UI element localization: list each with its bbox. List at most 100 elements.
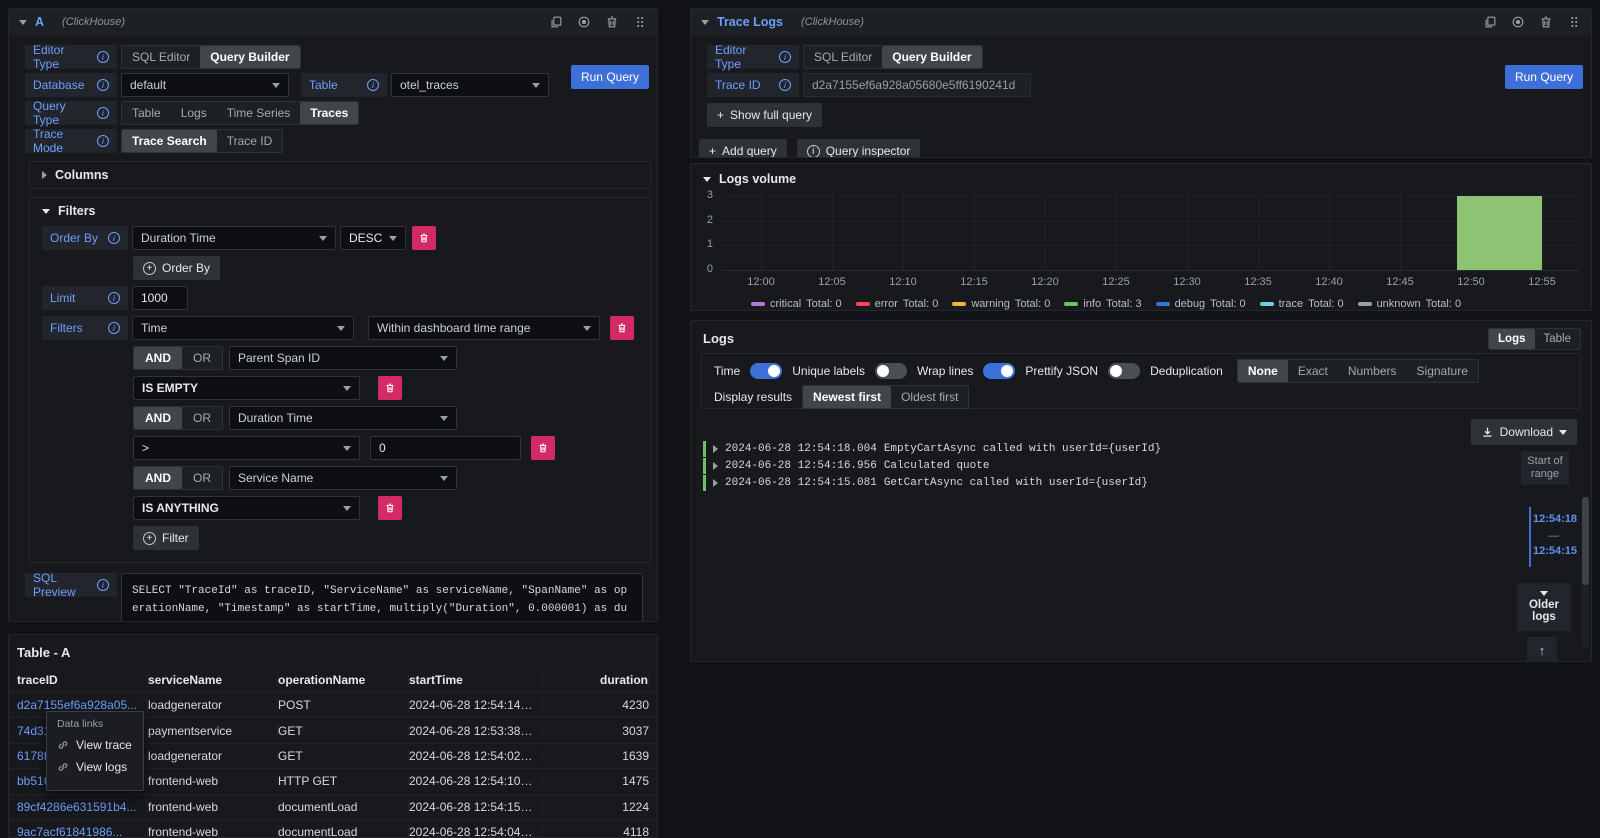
filters-section-header[interactable]: Filters xyxy=(30,198,650,224)
filter-field-select[interactable]: Parent Span ID xyxy=(229,346,457,370)
newest-first-option[interactable]: Newest first xyxy=(803,386,891,408)
column-header-servicename[interactable]: serviceName xyxy=(148,673,278,687)
filter-value-input[interactable] xyxy=(370,436,521,460)
or-option[interactable]: OR xyxy=(182,407,222,429)
eye-icon[interactable] xyxy=(1511,15,1525,29)
dedup-signature[interactable]: Signature xyxy=(1407,360,1478,382)
info-icon[interactable]: i xyxy=(108,322,120,334)
time-toggle[interactable] xyxy=(750,363,782,379)
logs-scrollbar[interactable] xyxy=(1582,497,1589,647)
filter-time-operator-select[interactable]: Within dashboard time range xyxy=(368,316,600,340)
view-logs-link[interactable]: View logs xyxy=(57,760,133,774)
info-icon[interactable]: i xyxy=(108,232,120,244)
query-type-traces[interactable]: Traces xyxy=(300,102,358,124)
dedup-exact[interactable]: Exact xyxy=(1288,360,1338,382)
older-logs-button[interactable]: Older logs xyxy=(1517,583,1571,631)
trace-id-link[interactable]: 89cf4286e631591b4... xyxy=(17,800,148,814)
add-filter-button[interactable]: +Filter xyxy=(133,526,199,550)
column-header-operationname[interactable]: operationName xyxy=(278,673,409,687)
dedup-none[interactable]: None xyxy=(1238,360,1288,382)
drag-handle-icon[interactable] xyxy=(633,15,647,29)
info-icon[interactable]: i xyxy=(779,51,791,63)
trace-id-link[interactable]: 9ac7acf61841986... xyxy=(17,825,148,838)
columns-section[interactable]: Columns xyxy=(29,161,651,189)
info-icon[interactable]: i xyxy=(97,579,109,591)
panel-title[interactable]: Trace Logs xyxy=(717,15,783,29)
oldest-first-option[interactable]: Oldest first xyxy=(891,386,968,408)
chevron-down-icon[interactable] xyxy=(703,177,711,182)
add-query-button[interactable]: +Add query xyxy=(699,139,787,158)
and-option[interactable]: AND xyxy=(134,407,182,429)
expand-log-icon[interactable] xyxy=(713,462,718,470)
scrollbar-thumb[interactable] xyxy=(1582,497,1589,585)
query-type-logs[interactable]: Logs xyxy=(171,102,217,124)
legend-item-critical[interactable]: criticalTotal: 0 xyxy=(751,298,842,310)
info-icon[interactable]: i xyxy=(97,135,109,147)
show-full-query-button[interactable]: +Show full query xyxy=(707,103,822,127)
panel-title[interactable]: A xyxy=(35,15,44,29)
remove-filter-button[interactable] xyxy=(378,496,402,520)
database-select[interactable]: default xyxy=(121,73,289,97)
view-logs-option[interactable]: Logs xyxy=(1489,329,1534,349)
drag-handle-icon[interactable] xyxy=(1567,15,1581,29)
log-timeline-bar[interactable] xyxy=(1529,507,1531,567)
copy-icon[interactable] xyxy=(549,15,563,29)
log-line[interactable]: 2024-06-28 12:54:15.081GetCartAsync call… xyxy=(703,475,1471,491)
chart-plot-area[interactable] xyxy=(721,192,1579,270)
column-header-starttime[interactable]: startTime xyxy=(409,673,543,687)
wrap-lines-toggle[interactable] xyxy=(983,363,1015,379)
copy-icon[interactable] xyxy=(1483,15,1497,29)
trash-icon[interactable] xyxy=(1539,15,1553,29)
legend-item-trace[interactable]: traceTotal: 0 xyxy=(1260,298,1344,310)
collapse-chevron-icon[interactable] xyxy=(19,20,27,25)
add-order-by-button[interactable]: +Order By xyxy=(133,256,220,280)
info-icon[interactable]: i xyxy=(97,51,109,63)
filter-operator-select[interactable]: IS EMPTY xyxy=(133,376,360,400)
info-icon[interactable]: i xyxy=(779,79,791,91)
remove-order-by-button[interactable] xyxy=(412,226,436,250)
table-select[interactable]: otel_traces xyxy=(391,73,549,97)
or-option[interactable]: OR xyxy=(182,467,222,489)
collapse-chevron-icon[interactable] xyxy=(701,20,709,25)
legend-item-unknown[interactable]: unknownTotal: 0 xyxy=(1358,298,1462,310)
info-icon[interactable]: i xyxy=(367,79,379,91)
order-by-direction-select[interactable]: DESC xyxy=(340,226,406,250)
info-icon[interactable]: i xyxy=(97,107,109,119)
limit-input[interactable] xyxy=(132,286,188,310)
editor-type-sql-editor[interactable]: SQL Editor xyxy=(122,46,200,68)
eye-icon[interactable] xyxy=(577,15,591,29)
filter-operator-select[interactable]: IS ANYTHING xyxy=(133,496,360,520)
logs-volume-title[interactable]: Logs volume xyxy=(719,172,796,186)
filter-operator-select[interactable]: > xyxy=(133,436,360,460)
trace-id-input[interactable] xyxy=(803,73,1031,97)
editor-type-sql-editor[interactable]: SQL Editor xyxy=(804,46,882,68)
and-option[interactable]: AND xyxy=(134,467,182,489)
editor-type-query-builder[interactable]: Query Builder xyxy=(882,46,981,68)
unique-labels-toggle[interactable] xyxy=(875,363,907,379)
expand-log-icon[interactable] xyxy=(713,445,718,453)
info-icon[interactable]: i xyxy=(108,292,120,304)
query-type-table[interactable]: Table xyxy=(122,102,171,124)
or-option[interactable]: OR xyxy=(182,347,222,369)
trash-icon[interactable] xyxy=(605,15,619,29)
legend-item-debug[interactable]: debugTotal: 0 xyxy=(1156,298,1246,310)
column-header-traceid[interactable]: traceID xyxy=(17,673,148,687)
log-line[interactable]: 2024-06-28 12:54:18.004EmptyCartAsync ca… xyxy=(703,441,1471,457)
column-header-duration[interactable]: duration xyxy=(543,673,649,687)
log-line[interactable]: 2024-06-28 12:54:16.956Calculated quote xyxy=(703,458,1471,474)
trace-mode-trace-search[interactable]: Trace Search xyxy=(122,130,217,152)
query-inspector-button[interactable]: iQuery inspector xyxy=(797,139,921,158)
query-type-time-series[interactable]: Time Series xyxy=(217,102,301,124)
view-trace-link[interactable]: View trace xyxy=(57,738,133,752)
run-query-button[interactable]: Run Query xyxy=(1505,65,1583,89)
remove-filter-button[interactable] xyxy=(378,376,402,400)
run-query-button[interactable]: Run Query xyxy=(571,65,649,89)
filter-field-select[interactable]: Service Name xyxy=(229,466,457,490)
and-option[interactable]: AND xyxy=(134,347,182,369)
legend-item-warning[interactable]: warningTotal: 0 xyxy=(952,298,1050,310)
order-by-field-select[interactable]: Duration Time xyxy=(132,226,336,250)
scroll-to-top-button[interactable]: ↑ xyxy=(1527,637,1557,662)
trace-mode-trace-id[interactable]: Trace ID xyxy=(217,130,283,152)
volume-bar-info[interactable] xyxy=(1457,196,1542,270)
legend-item-info[interactable]: infoTotal: 3 xyxy=(1064,298,1141,310)
